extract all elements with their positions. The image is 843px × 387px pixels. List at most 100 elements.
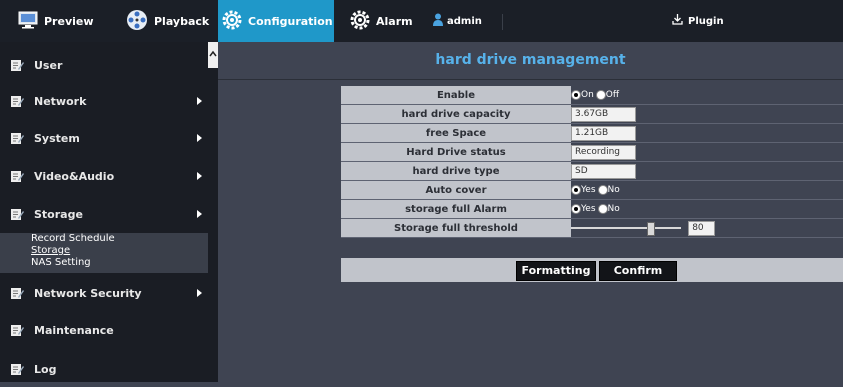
radio-label: Yes [581,184,596,195]
formatting-button[interactable]: Formatting [516,261,596,281]
edit-icon [10,169,24,183]
free-space-field: 1.21GB [571,125,636,141]
tab-playback[interactable]: Playback [118,0,226,42]
submenu-item-storage[interactable]: Storage [0,245,208,257]
sidebar-item-system[interactable]: System [0,120,208,156]
enable-value: On Off [571,86,843,105]
sidebar-item-network[interactable]: Network [0,83,208,119]
divider [502,14,503,30]
edit-icon [10,131,24,145]
capacity-field: 3.67GB [571,106,636,122]
auto-cover-no-radio[interactable] [597,184,608,195]
table-row: hard drive capacity 3.67GB [341,104,843,124]
status-field: Recording [571,144,636,160]
type-cell: SD [571,161,843,181]
sidebar-item-label: Network [34,94,87,108]
plugin-label: Plugin [688,15,724,27]
edit-icon [10,94,24,108]
enable-label: Enable [341,86,571,105]
hard-drive-settings-table: Enable On Off hard drive capacity 3.67GB … [341,86,843,238]
full-alarm-label: storage full Alarm [341,199,571,219]
user-menu[interactable]: admin [433,0,493,42]
free-space-label: free Space [341,123,571,143]
sidebar-item-label: Storage [34,207,83,221]
table-row: Auto cover Yes No [341,180,843,200]
sidebar-item-label: Video&Audio [34,169,115,183]
chevron-right-icon [197,97,202,105]
sidebar-item-network-security[interactable]: Network Security [0,275,208,311]
slider-handle[interactable] [647,222,655,236]
table-row: Hard Drive status Recording [341,142,843,162]
threshold-field[interactable]: 80 [688,220,716,236]
chevron-up-icon [209,50,217,57]
user-icon [433,13,443,29]
table-row: hard drive type SD [341,161,843,181]
plugin-button[interactable]: Plugin [672,0,742,42]
type-label: hard drive type [341,161,571,181]
tab-label: Preview [44,14,94,28]
edit-icon [10,323,24,337]
auto-cover-value: Yes No [571,180,843,200]
sidebar-item-label: Maintenance [34,323,114,337]
radio-label: Off [605,89,620,100]
tab-alarm[interactable]: Alarm [346,0,430,42]
sidebar-item-maintenance[interactable]: Maintenance [0,312,208,348]
radio-label: No [607,184,620,195]
sidebar-item-storage[interactable]: Storage [0,196,208,232]
edit-icon [10,286,24,300]
main-content: hard drive management Enable On Off hard … [218,42,843,382]
auto-cover-yes-radio[interactable] [571,184,581,195]
tab-preview[interactable]: Preview [0,0,130,42]
edit-icon [10,58,24,72]
edit-icon [10,362,24,376]
radio-label: No [607,203,620,214]
tab-configuration[interactable]: Configuration [218,0,334,42]
chevron-right-icon [197,289,202,297]
scroll-up-button[interactable] [208,42,218,68]
submenu-item-record-schedule[interactable]: Record Schedule [0,233,208,245]
radio-label: On [581,89,594,100]
radio-label: Yes [581,203,596,214]
sidebar-item-user[interactable]: User [0,47,208,83]
status-label: Hard Drive status [341,142,571,162]
storage-submenu: Record Schedule Storage NAS Setting [0,233,208,273]
table-row: free Space 1.21GB [341,123,843,143]
table-row: Storage full threshold 80 [341,218,843,238]
threshold-label: Storage full threshold [341,218,571,238]
enable-off-radio[interactable] [595,89,606,100]
film-reel-icon [126,9,148,34]
capacity-cell: 3.67GB [571,104,843,124]
top-navigation-bar: Preview Playback Configuration Alarm adm… [0,0,843,42]
divider [218,79,843,80]
tab-label: Alarm [376,14,413,28]
enable-on-radio[interactable] [571,89,581,100]
sidebar-item-label: User [34,58,63,72]
username: admin [447,15,482,27]
table-row: storage full Alarm Yes No [341,199,843,219]
sidebar-item-video-audio[interactable]: Video&Audio [0,158,208,194]
full-alarm-value: Yes No [571,199,843,219]
threshold-value: 80 [571,218,843,238]
status-cell: Recording [571,142,843,162]
table-row: Enable On Off [341,86,843,105]
slider-track [571,227,681,229]
submenu-item-nas-setting[interactable]: NAS Setting [0,257,208,269]
threshold-slider[interactable] [571,222,681,236]
chevron-right-icon [197,172,202,180]
button-bar: Formatting Confirm [341,258,843,282]
tab-label: Configuration [248,14,333,28]
auto-cover-label: Auto cover [341,180,571,200]
monitor-icon [18,11,38,32]
page-title: hard drive management [435,52,626,68]
confirm-button[interactable]: Confirm [599,261,677,281]
download-icon [672,14,683,28]
tab-label: Playback [154,14,210,28]
chevron-right-icon [197,134,202,142]
free-space-cell: 1.21GB [571,123,843,143]
full-alarm-no-radio[interactable] [597,203,608,214]
gear-icon [222,10,242,33]
sidebar-item-label: Log [34,362,57,376]
gear-icon [350,10,370,33]
type-field: SD [571,163,636,179]
full-alarm-yes-radio[interactable] [571,203,581,214]
